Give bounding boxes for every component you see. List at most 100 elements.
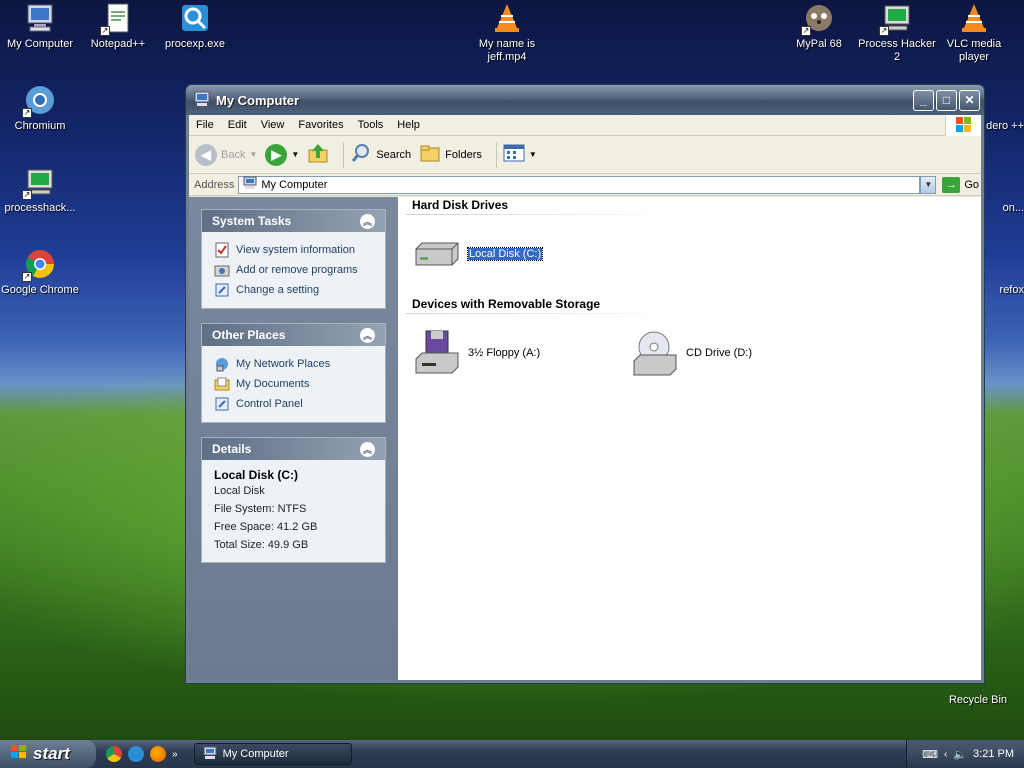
task-view-system-info[interactable]: View system information — [214, 240, 375, 260]
desktop-icon-jeff-mp4[interactable]: My name is jeff.mp4 — [467, 2, 547, 64]
cd-drive-icon — [633, 331, 677, 376]
collapse-icon[interactable]: ︽ — [360, 213, 375, 229]
close-button[interactable]: ✕ — [959, 89, 980, 111]
floppy-drive-icon — [415, 330, 459, 374]
volume-icon[interactable]: 🔈 — [953, 748, 967, 761]
drive-cd-d[interactable]: CD Drive (D:) — [630, 329, 752, 377]
windows-flag-icon — [10, 744, 28, 765]
system-info-icon — [215, 242, 229, 258]
desktop-icon-process-hacker-2[interactable]: ↗ Process Hacker 2 — [857, 2, 937, 64]
desktop-icon-vlc[interactable]: VLC media player — [934, 2, 1014, 64]
views-button[interactable]: ▼ — [503, 143, 537, 166]
hard-disk-icon — [415, 242, 459, 266]
desktop-icon-processhacker[interactable]: ↗ processhack... — [0, 166, 80, 215]
place-my-network-places[interactable]: My Network Places — [214, 354, 375, 374]
process-hacker-icon: ↗ — [879, 2, 913, 36]
windows-logo-icon — [945, 114, 981, 136]
chrome-icon: ↗ — [22, 248, 56, 282]
other-places-header[interactable]: Other Places ︽ — [202, 324, 385, 346]
details-type: Local Disk — [214, 485, 265, 497]
menu-favorites[interactable]: Favorites — [291, 119, 350, 131]
place-my-documents[interactable]: My Documents — [214, 374, 375, 394]
task-change-setting[interactable]: Change a setting — [214, 280, 375, 300]
folders-button[interactable]: Folders — [419, 142, 482, 167]
system-tasks-header[interactable]: System Tasks ︽ — [202, 210, 385, 232]
start-button[interactable]: start — [0, 740, 96, 768]
desktop-icon-notepad-plus[interactable]: ↗ Notepad++ — [78, 2, 158, 51]
address-label: Address — [194, 178, 235, 191]
collapse-icon[interactable]: ︽ — [360, 441, 375, 457]
menu-file[interactable]: File — [189, 119, 221, 131]
keyboard-icon[interactable]: ⌨ — [922, 748, 938, 761]
firefox-quicklaunch-icon[interactable] — [150, 746, 166, 762]
details-name: Local Disk (C:) — [214, 468, 299, 482]
go-button[interactable]: → Go — [942, 176, 979, 193]
address-input[interactable]: My Computer — [238, 175, 921, 194]
menu-bar: File Edit View Favorites Tools Help — [189, 114, 981, 136]
desktop-icon-my-computer[interactable]: My Computer — [0, 2, 80, 51]
title-bar[interactable]: My Computer _ □ ✕ — [186, 85, 984, 115]
menu-view[interactable]: View — [254, 119, 292, 131]
address-bar: Address My Computer ▼ → Go — [189, 174, 981, 196]
documents-folder-icon — [214, 377, 230, 391]
desktop-icon-google-chrome[interactable]: ↗ Google Chrome — [0, 248, 80, 297]
quicklaunch-more-icon[interactable]: » — [172, 749, 178, 760]
file-pane: Hard Disk Drives Local Disk (C:) Devices… — [398, 197, 981, 680]
go-arrow-icon: → — [942, 176, 961, 193]
drive-local-disk-c[interactable]: Local Disk (C:) — [412, 239, 544, 269]
chrome-quicklaunch-icon[interactable] — [106, 746, 122, 762]
desktop-icon-procexp[interactable]: procexp.exe — [155, 2, 235, 51]
chromium-icon: ↗ — [22, 84, 56, 118]
control-panel-icon — [215, 283, 229, 297]
notepad-plus-icon: ↗ — [100, 2, 134, 36]
drive-floppy-a[interactable]: 3½ Floppy (A:) — [412, 329, 540, 377]
forward-button[interactable]: ▶ ▼ — [265, 143, 299, 166]
address-dropdown-button[interactable]: ▼ — [920, 175, 937, 194]
ie-quicklaunch-icon[interactable] — [128, 746, 144, 762]
process-explorer-icon — [179, 2, 211, 34]
back-dropdown-icon: ▼ — [249, 150, 258, 159]
vlc-cone-icon — [491, 2, 523, 34]
desktop-icon-chromium[interactable]: ↗ Chromium — [0, 84, 80, 133]
menu-help[interactable]: Help — [390, 119, 427, 131]
place-control-panel[interactable]: Control Panel — [214, 394, 375, 414]
control-panel-icon — [215, 397, 229, 411]
tray-expand-icon[interactable]: ‹ — [944, 749, 947, 760]
minimize-button[interactable]: _ — [913, 89, 934, 111]
group-header-hard-disk: Hard Disk Drives — [412, 198, 509, 212]
quick-launch: » — [106, 746, 178, 762]
network-icon — [216, 358, 228, 372]
clock[interactable]: 3:21 PM — [973, 748, 1014, 760]
details-panel: Details ︽ Local Disk (C:) Local Disk Fil… — [201, 437, 386, 563]
back-arrow-icon: ◀ — [195, 143, 217, 166]
system-tray: ⌨ ‹ 🔈 3:21 PM — [906, 740, 1024, 768]
maximize-button[interactable]: □ — [936, 89, 957, 111]
task-add-remove-programs[interactable]: Add or remove programs — [214, 260, 375, 280]
computer-icon — [24, 2, 56, 34]
details-header[interactable]: Details ︽ — [202, 438, 385, 460]
system-tasks-panel: System Tasks ︽ View system information A… — [201, 209, 386, 309]
window-computer-icon — [194, 91, 210, 110]
folders-icon — [419, 142, 441, 167]
back-button[interactable]: ◀ Back ▼ — [195, 143, 258, 166]
menu-edit[interactable]: Edit — [221, 119, 254, 131]
up-folder-icon — [307, 142, 329, 167]
process-hacker-icon: ↗ — [22, 166, 56, 200]
desktop-icon-mypal[interactable]: ↗ MyPal 68 — [779, 2, 859, 51]
desktop-icon-recycle-bin[interactable]: Recycle Bin — [938, 694, 1018, 707]
my-computer-window: My Computer _ □ ✕ File Edit View Favorit… — [186, 85, 984, 683]
menu-tools[interactable]: Tools — [351, 119, 391, 131]
forward-arrow-icon: ▶ — [265, 143, 288, 166]
details-free-space: Free Space: 41.2 GB — [214, 521, 318, 533]
up-folder-button[interactable] — [307, 142, 329, 167]
views-icon — [503, 143, 525, 166]
search-icon — [350, 142, 372, 167]
views-dropdown-icon: ▼ — [528, 150, 537, 159]
search-button[interactable]: Search — [350, 142, 411, 167]
taskbar-button-my-computer[interactable]: My Computer — [193, 743, 352, 765]
collapse-icon[interactable]: ︽ — [360, 327, 375, 343]
address-computer-icon — [243, 176, 257, 193]
computer-icon — [203, 746, 217, 763]
details-file-system: File System: NTFS — [214, 503, 307, 515]
other-places-panel: Other Places ︽ My Network Places My Docu… — [201, 323, 386, 423]
